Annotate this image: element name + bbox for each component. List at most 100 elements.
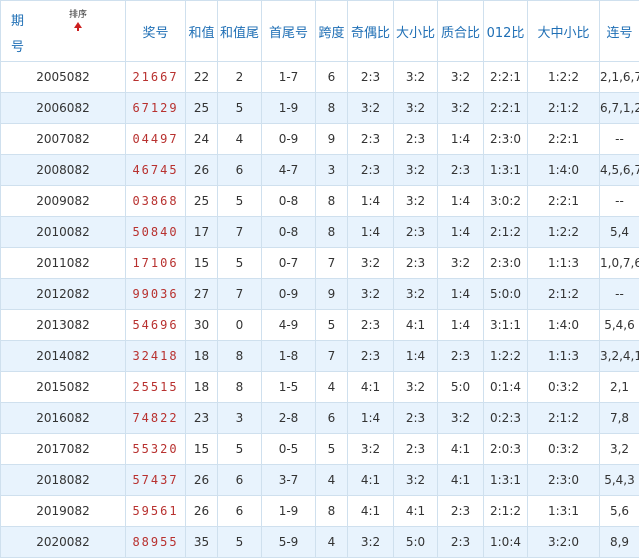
- table-row: 2018082574372663-744:13:24:11:3:12:3:05,…: [1, 465, 639, 496]
- big-small-header: 大小比: [394, 1, 438, 62]
- consecutive-cell: 8,9: [600, 527, 639, 558]
- consecutive-cell: 4,5,6,7: [600, 155, 639, 186]
- period-cell: 2020082: [1, 527, 126, 558]
- big-small-cell: 4:1: [394, 496, 438, 527]
- big-mid-small-cell: 0:3:2: [528, 372, 600, 403]
- sort-button[interactable]: 排序: [69, 10, 87, 31]
- period-cell: 2017082: [1, 434, 126, 465]
- sum-tail-cell: 5: [218, 186, 262, 217]
- first-last-cell: 4-7: [262, 155, 316, 186]
- prime-composite-cell: 3:2: [438, 62, 484, 93]
- ratio-012-cell: 0:1:4: [484, 372, 528, 403]
- prime-composite-cell: 3:2: [438, 93, 484, 124]
- winning-number-cell: 46745: [126, 155, 186, 186]
- period-cell: 2014082: [1, 341, 126, 372]
- prime-composite-cell: 4:1: [438, 434, 484, 465]
- winning-number-cell: 57437: [126, 465, 186, 496]
- period-cell: 2019082: [1, 496, 126, 527]
- sum-cell: 25: [186, 93, 218, 124]
- sort-label: 排序: [69, 10, 87, 20]
- ratio-012-cell: 2:3:0: [484, 124, 528, 155]
- first-last-cell: 0-5: [262, 434, 316, 465]
- table-body: 2005082216672221-762:33:23:22:2:11:2:22,…: [1, 62, 639, 558]
- table-row: 2012082990362770-993:23:21:45:0:02:1:2--: [1, 279, 639, 310]
- period-cell: 2011082: [1, 248, 126, 279]
- winning-number-cell: 54696: [126, 310, 186, 341]
- odd-even-cell: 3:2: [348, 93, 394, 124]
- winning-number-cell: 59561: [126, 496, 186, 527]
- winning-number-cell: 67129: [126, 93, 186, 124]
- sum-cell: 18: [186, 372, 218, 403]
- span-cell: 8: [316, 496, 348, 527]
- winning-number-cell: 50840: [126, 217, 186, 248]
- ratio-012-cell: 1:3:1: [484, 155, 528, 186]
- ratio-012-cell: 0:2:3: [484, 403, 528, 434]
- prime-composite-cell: 1:4: [438, 217, 484, 248]
- table-row: 2013082546963004-952:34:11:43:1:11:4:05,…: [1, 310, 639, 341]
- consecutive-cell: 5,4,3: [600, 465, 639, 496]
- odd-even-cell: 3:2: [348, 248, 394, 279]
- first-last-cell: 1-8: [262, 341, 316, 372]
- big-mid-small-cell: 2:1:2: [528, 403, 600, 434]
- ratio-012-cell: 2:1:2: [484, 496, 528, 527]
- consecutive-cell: 7,8: [600, 403, 639, 434]
- table-row: 2008082467452664-732:33:22:31:3:11:4:04,…: [1, 155, 639, 186]
- sum-tail-cell: 7: [218, 217, 262, 248]
- consecutive-cell: 2,1: [600, 372, 639, 403]
- first-last-cell: 1-9: [262, 496, 316, 527]
- sum-cell: 25: [186, 186, 218, 217]
- winning-number-cell: 32418: [126, 341, 186, 372]
- prime-composite-cell: 2:3: [438, 341, 484, 372]
- consecutive-cell: --: [600, 124, 639, 155]
- span-cell: 6: [316, 62, 348, 93]
- winning-number-cell: 21667: [126, 62, 186, 93]
- odd-even-cell: 3:2: [348, 279, 394, 310]
- period-cell: 2016082: [1, 403, 126, 434]
- ratio-012-cell: 2:1:2: [484, 217, 528, 248]
- period-cell: 2005082: [1, 62, 126, 93]
- consecutive-cell: 2,1,6,7: [600, 62, 639, 93]
- consecutive-cell: 1,0,7,6: [600, 248, 639, 279]
- sum-tail-cell: 3: [218, 403, 262, 434]
- consecutive-cell: 5,4,6: [600, 310, 639, 341]
- odd-even-cell: 4:1: [348, 496, 394, 527]
- sort-arrow-up-icon: [69, 22, 87, 31]
- big-mid-small-cell: 2:3:0: [528, 465, 600, 496]
- sum-header: 和值: [186, 1, 218, 62]
- prime-composite-cell: 4:1: [438, 465, 484, 496]
- sum-cell: 35: [186, 527, 218, 558]
- sum-cell: 26: [186, 155, 218, 186]
- first-last-cell: 1-7: [262, 62, 316, 93]
- span-cell: 6: [316, 403, 348, 434]
- sum-cell: 30: [186, 310, 218, 341]
- big-small-cell: 3:2: [394, 155, 438, 186]
- big-small-cell: 4:1: [394, 310, 438, 341]
- period-cell: 2012082: [1, 279, 126, 310]
- prime-composite-cell: 1:4: [438, 186, 484, 217]
- number-header: 奖号: [126, 1, 186, 62]
- prime-composite-cell: 1:4: [438, 310, 484, 341]
- span-cell: 9: [316, 124, 348, 155]
- first-last-header: 首尾号: [262, 1, 316, 62]
- big-mid-small-cell: 2:2:1: [528, 124, 600, 155]
- big-mid-small-cell: 1:4:0: [528, 155, 600, 186]
- consecutive-cell: 5,6: [600, 496, 639, 527]
- prime-composite-header: 质合比: [438, 1, 484, 62]
- sum-tail-cell: 0: [218, 310, 262, 341]
- odd-even-cell: 3:2: [348, 434, 394, 465]
- sum-tail-cell: 5: [218, 527, 262, 558]
- ratio-012-cell: 2:0:3: [484, 434, 528, 465]
- consecutive-cell: 3,2: [600, 434, 639, 465]
- consecutive-cell: 6,7,1,2: [600, 93, 639, 124]
- first-last-cell: 5-9: [262, 527, 316, 558]
- ratio-012-cell: 2:2:1: [484, 62, 528, 93]
- period-cell: 2013082: [1, 310, 126, 341]
- sum-tail-cell: 5: [218, 434, 262, 465]
- prime-composite-cell: 2:3: [438, 527, 484, 558]
- sum-tail-cell: 7: [218, 279, 262, 310]
- big-mid-small-cell: 1:2:2: [528, 217, 600, 248]
- winning-number-cell: 17106: [126, 248, 186, 279]
- sum-tail-cell: 5: [218, 248, 262, 279]
- big-small-cell: 3:2: [394, 465, 438, 496]
- period-cell: 2009082: [1, 186, 126, 217]
